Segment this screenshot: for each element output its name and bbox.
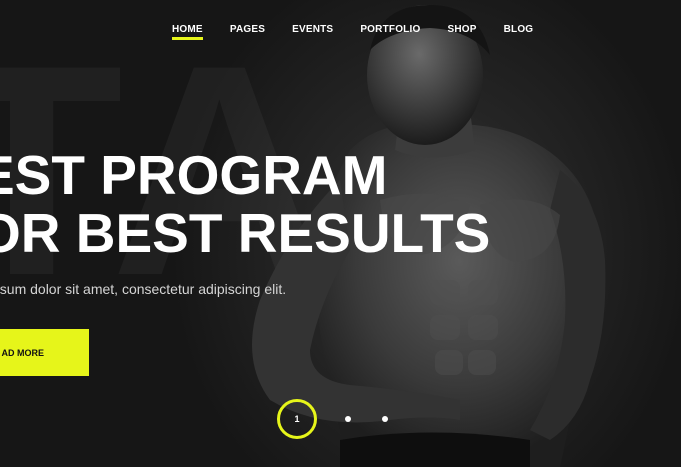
hero-section: TA	[0, 0, 681, 467]
slide-3-dot[interactable]	[382, 416, 388, 422]
read-more-button[interactable]: AD MORE	[0, 329, 89, 376]
nav-item-home[interactable]: HOME	[172, 24, 203, 40]
nav-item-pages[interactable]: PAGES	[230, 24, 265, 40]
nav-item-portfolio[interactable]: PORTFOLIO	[360, 24, 420, 40]
hero-subtitle: psum dolor sit amet, consectetur adipisc…	[0, 281, 287, 297]
slide-1-indicator[interactable]: 1	[277, 399, 317, 439]
slider-pagination: 1	[277, 399, 388, 439]
headline-line-1: EST PROGRAM	[0, 144, 388, 206]
hero-headline: EST PROGRAM OR BEST RESULTS	[0, 146, 490, 262]
nav-item-blog[interactable]: BLOG	[504, 24, 534, 40]
slide-2-dot[interactable]	[345, 416, 351, 422]
headline-line-2: OR BEST RESULTS	[0, 202, 491, 264]
nav-item-shop[interactable]: SHOP	[447, 24, 476, 40]
nav-item-events[interactable]: EVENTS	[292, 24, 333, 40]
main-navigation: HOME PAGES EVENTS PORTFOLIO SHOP BLOG	[172, 24, 560, 40]
